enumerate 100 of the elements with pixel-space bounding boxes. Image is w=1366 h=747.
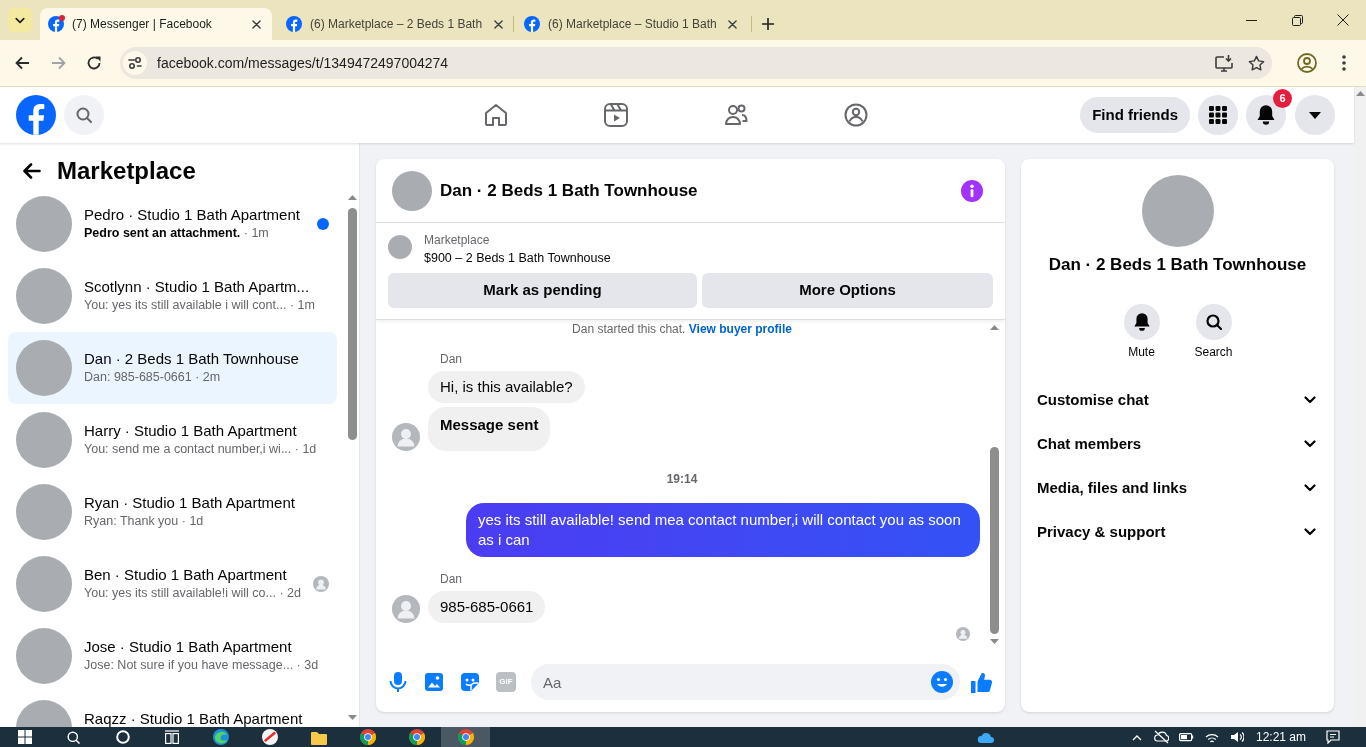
message-preview: Dan: 985-685-0661 · 2m	[84, 369, 222, 385]
browser-tab[interactable]: (7) Messenger | Facebook	[40, 8, 272, 40]
notification-badge: 6	[1273, 89, 1292, 108]
timestamp: 19:14	[666, 471, 698, 487]
microphone-icon[interactable]	[389, 672, 407, 692]
image-icon[interactable]	[425, 673, 443, 691]
grid-icon	[1209, 106, 1227, 124]
caret-down-icon	[1309, 111, 1321, 119]
action-button[interactable]: More Options	[702, 273, 993, 308]
sender-name: Dan	[440, 571, 462, 587]
browser-icon	[212, 729, 229, 745]
thumbs-up-icon[interactable]	[971, 671, 993, 693]
chevron-up-icon[interactable]	[1131, 733, 1142, 741]
scroll-up-icon[interactable]	[990, 325, 999, 330]
message-bubble: yes its still available! send mea contact number,i will contact you as soon as i can	[466, 503, 980, 557]
info-icon[interactable]	[961, 179, 983, 202]
close-icon	[493, 19, 503, 29]
favicon-icon	[524, 16, 540, 32]
scroll-up-icon[interactable]	[347, 195, 357, 200]
search-icon	[76, 107, 92, 123]
clock-time[interactable]: 12:21 am	[1249, 729, 1313, 745]
speaker-icon[interactable]	[1229, 730, 1244, 744]
mute-button[interactable]	[1123, 304, 1160, 340]
video-icon[interactable]	[603, 103, 628, 127]
battery-icon[interactable]	[1179, 731, 1194, 743]
message-bubble: 985-685-0661	[428, 591, 546, 623]
more-menu-icon[interactable]	[1342, 55, 1346, 71]
photo-placeholder	[16, 556, 72, 612]
conversation-title: Ben · Studio 1 Bath Apartment	[84, 567, 288, 583]
address-bar[interactable]: facebook.com/messages/t/1349472497004274	[120, 47, 1272, 79]
notifications-button[interactable]	[1246, 95, 1286, 135]
message-input[interactable]: Aa	[531, 664, 960, 700]
menu-button[interactable]	[1198, 95, 1238, 135]
monitor-download-icon[interactable]	[1215, 54, 1233, 72]
conversation-title: Scotlynn · Studio 1 Bath Apartm...	[84, 279, 311, 295]
panel-title: Marketplace	[57, 156, 196, 186]
message-preview: You: yes its still available!i will co... · 2d	[84, 585, 302, 601]
emoji-icon[interactable]	[931, 671, 953, 693]
tab-search-button[interactable]	[8, 8, 32, 32]
action-label: Mute	[1128, 345, 1155, 359]
profile-icon[interactable]	[1297, 53, 1317, 73]
bell-icon	[1132, 313, 1151, 331]
close-icon	[1337, 14, 1349, 26]
bell-icon	[1256, 105, 1276, 125]
sliders-icon[interactable]	[123, 51, 147, 75]
scroll-up-icon[interactable]	[1355, 91, 1365, 96]
action-label: Search	[1194, 345, 1233, 359]
chat-title: Dan · 2 Beds 1 Bath Townhouse	[440, 179, 698, 202]
browser-icon	[408, 729, 425, 745]
scroll-down-icon[interactable]	[990, 639, 999, 644]
search-button[interactable]	[1195, 304, 1232, 340]
section-toggle[interactable]: Media, files and links	[1029, 466, 1326, 510]
conversation-title: Raqzz · Studio 1 Bath Apartment	[84, 711, 304, 727]
photo-placeholder	[16, 628, 72, 684]
person-circle-icon[interactable]	[843, 103, 868, 127]
scrollbar-thumb[interactable]	[347, 208, 357, 440]
photo-placeholder	[16, 484, 72, 540]
message-preview: You: send me a contact number,i wi... · 1d	[84, 441, 318, 457]
section-toggle[interactable]: Privacy & support	[1029, 510, 1326, 554]
browser-icon	[359, 729, 376, 745]
conversation-item[interactable]: Dan · 2 Beds 1 Bath Townhouse Dan: 985-685-0661 · 2m	[8, 332, 337, 404]
listing-source: Marketplace	[424, 232, 490, 248]
url-text: facebook.com/messages/t/1349472497004274	[157, 53, 449, 73]
reload-icon[interactable]	[86, 55, 102, 71]
browser-tab[interactable]: (6) Marketplace – 2 Beds 1 Bath	[278, 8, 510, 40]
cloud-icon[interactable]	[977, 731, 994, 743]
find-friends-button[interactable]: Find friends	[1080, 97, 1190, 133]
chat-notice: Dan started this chat. View buyer profile	[572, 321, 792, 337]
restore-icon	[1291, 14, 1303, 26]
logo-icon[interactable]	[16, 95, 56, 135]
message-preview: Pedro sent an attachment. · 1m	[84, 225, 270, 241]
message-preview: You: yes its still available i will cont... · 1m	[84, 297, 316, 313]
home-icon[interactable]	[483, 103, 508, 127]
message-preview: Jose: Not sure if you have message... · 3d	[84, 657, 320, 673]
photo-placeholder	[16, 412, 72, 468]
action-button[interactable]: Mark as pending	[388, 273, 697, 308]
sticker-icon[interactable]	[461, 673, 479, 691]
section-toggle[interactable]: Chat members	[1029, 422, 1326, 466]
back-arrow-icon[interactable]	[22, 163, 41, 179]
buyer-profile-link[interactable]: View buyer profile	[688, 322, 792, 336]
details-title: Dan · 2 Beds 1 Bath Townhouse	[1048, 255, 1307, 275]
section-toggle[interactable]: Customise chat	[1029, 378, 1326, 422]
favicon-icon	[48, 16, 64, 32]
browser-icon	[457, 729, 474, 745]
task-view-icon	[164, 730, 179, 744]
people-icon[interactable]	[723, 103, 748, 127]
notification-icon[interactable]	[1326, 730, 1340, 744]
message-preview: Ryan: Thank you · 1d	[84, 513, 205, 529]
back-icon[interactable]	[14, 56, 30, 70]
scroll-down-icon[interactable]	[347, 715, 357, 720]
conversation-title: Pedro · Studio 1 Bath Apartment	[84, 207, 301, 223]
slashed-cloud-icon[interactable]	[1154, 730, 1169, 744]
ring-icon	[115, 730, 130, 744]
browser-tab[interactable]: (6) Marketplace – Studio 1 Bath	[516, 8, 748, 40]
wifi-icon[interactable]	[1204, 731, 1219, 743]
scrollbar-thumb[interactable]	[990, 447, 999, 634]
account-button[interactable]	[1295, 95, 1335, 135]
favicon-icon	[286, 16, 302, 32]
star-icon[interactable]	[1247, 54, 1265, 72]
photo-placeholder	[16, 340, 72, 396]
